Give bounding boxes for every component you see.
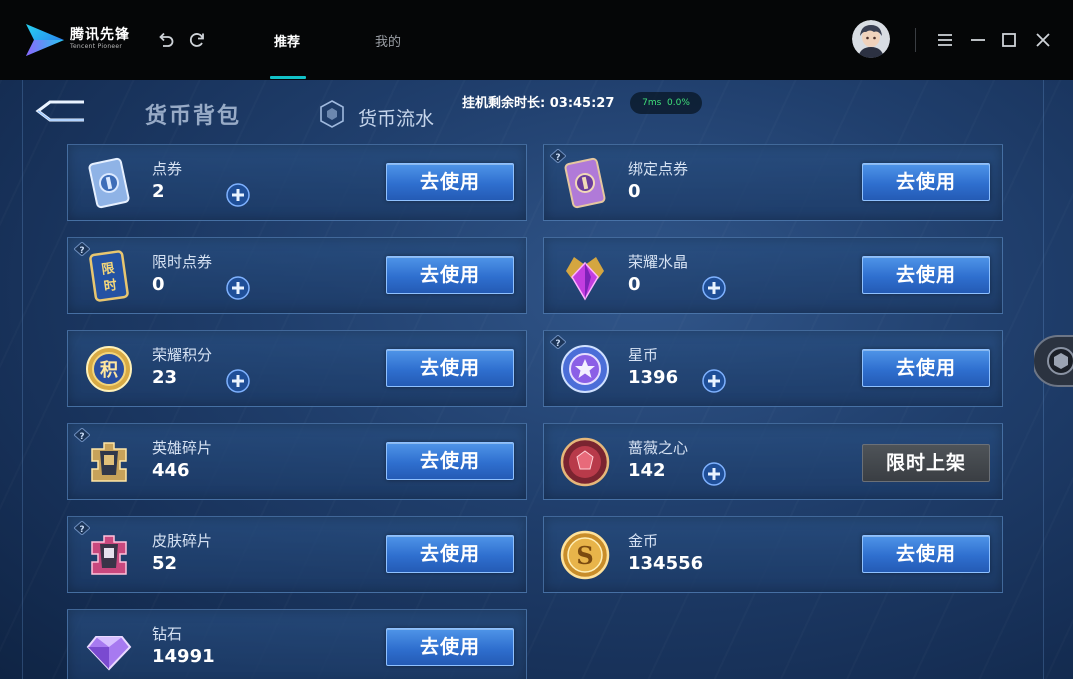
currency-card-voucher: 点券 2 去使用 — [67, 144, 527, 221]
limited-sale-badge: 限时上架 — [862, 444, 990, 482]
currency-amount: 14991 — [152, 646, 215, 667]
page-title: 货币背包 — [145, 104, 242, 129]
use-button[interactable]: 去使用 — [386, 535, 514, 573]
voucher-icon — [88, 157, 130, 209]
currency-amount: 23 — [152, 367, 178, 388]
currency-name: 钻石 — [152, 625, 183, 643]
add-currency-button[interactable] — [701, 368, 727, 394]
logo-text: 腾讯先锋 Tencent Pioneer — [70, 28, 130, 50]
currency-card-star-coin: ? 星币 1396 去使用 — [543, 330, 1003, 407]
close-icon[interactable] — [1033, 30, 1053, 50]
side-panel-handle[interactable] — [1034, 334, 1073, 388]
menu-icon[interactable] — [935, 30, 955, 50]
svg-text:时: 时 — [103, 277, 118, 295]
currency-name: 绑定点券 — [628, 160, 689, 178]
titlebar-divider — [915, 28, 916, 52]
add-currency-button[interactable] — [701, 461, 727, 487]
currency-name: 限时点券 — [152, 253, 213, 271]
currency-card-rose-heart: 蔷薇之心 142 限时上架 — [543, 423, 1003, 500]
active-tab-indicator — [270, 76, 306, 79]
glory-crystal-icon — [566, 257, 604, 301]
currency-name: 蔷薇之心 — [628, 439, 689, 457]
use-button[interactable]: 去使用 — [386, 163, 514, 201]
diamond-icon — [86, 636, 132, 671]
use-button[interactable]: 去使用 — [386, 442, 514, 480]
currency-amount: 2 — [152, 181, 165, 202]
hero-shard-icon — [91, 442, 127, 482]
avatar[interactable] — [852, 20, 890, 58]
use-button[interactable]: 去使用 — [862, 163, 990, 201]
star-coin-icon — [561, 345, 609, 393]
network-status: 7ms 0.0% — [630, 92, 702, 114]
use-button[interactable]: 去使用 — [862, 349, 990, 387]
currency-name: 点券 — [152, 160, 183, 178]
tab-recommend[interactable]: 推荐 — [274, 31, 300, 50]
use-button[interactable]: 去使用 — [862, 256, 990, 294]
currency-amount: 446 — [152, 460, 190, 481]
currency-card-glory-crystal: 荣耀水晶 0 去使用 — [543, 237, 1003, 314]
currency-amount: 142 — [628, 460, 666, 481]
use-button[interactable]: 去使用 — [386, 628, 514, 666]
currency-name: 皮肤碎片 — [152, 532, 213, 550]
add-currency-button[interactable] — [225, 368, 251, 394]
add-currency-button[interactable] — [225, 275, 251, 301]
minimize-icon[interactable] — [968, 30, 988, 50]
currency-amount: 52 — [152, 553, 178, 574]
title-bar: 腾讯先锋 Tencent Pioneer 推荐 我的 — [0, 0, 1073, 80]
packet-loss-value: 0.0% — [667, 98, 690, 108]
gold-coin-icon: S — [560, 530, 610, 580]
svg-text:积: 积 — [100, 360, 118, 381]
limited-voucher-icon: 限时 — [89, 250, 129, 302]
undo-icon[interactable] — [156, 30, 176, 50]
back-button[interactable] — [32, 96, 88, 126]
logo-text-cn: 腾讯先锋 — [70, 27, 130, 43]
currency-flow-icon — [320, 100, 344, 128]
rose-heart-icon — [560, 437, 610, 487]
currency-name: 荣耀水晶 — [628, 253, 689, 271]
currency-card-glory-points: 积 荣耀积分 23 去使用 — [67, 330, 527, 407]
currency-name: 星币 — [628, 346, 659, 364]
idle-timer: 挂机剩余时长: 03:45:27 — [462, 96, 615, 111]
use-button[interactable]: 去使用 — [386, 349, 514, 387]
currency-flow-button[interactable]: 货币流水 — [358, 104, 434, 131]
ping-value: 7ms — [642, 98, 662, 108]
maximize-icon[interactable] — [999, 30, 1019, 50]
currency-card-gold-coin: S 金币 134556 去使用 — [543, 516, 1003, 593]
use-button[interactable]: 去使用 — [386, 256, 514, 294]
glory-points-icon: 积 — [86, 346, 132, 392]
skin-shard-icon — [91, 535, 127, 575]
currency-amount: 1396 — [628, 367, 679, 388]
currency-card-bound-voucher: ? 绑定点券 0 去使用 — [543, 144, 1003, 221]
currency-card-skin-shard: ? 皮肤碎片 52 去使用 — [67, 516, 527, 593]
tencent-pioneer-logo — [26, 24, 64, 56]
currency-amount: 0 — [628, 274, 641, 295]
svg-text:S: S — [576, 541, 593, 570]
currency-amount: 134556 — [628, 553, 704, 574]
currency-name: 荣耀积分 — [152, 346, 213, 364]
currency-card-hero-shard: ? 英雄碎片 446 去使用 — [67, 423, 527, 500]
tab-mine[interactable]: 我的 — [375, 31, 401, 50]
bound-voucher-icon — [564, 157, 606, 209]
add-currency-button[interactable] — [701, 275, 727, 301]
currency-name: 金币 — [628, 532, 659, 550]
currency-card-diamond: 钻石 14991 去使用 — [67, 609, 527, 679]
currency-card-limited-voucher: ? 限时限时点券 0 去使用 — [67, 237, 527, 314]
currency-amount: 0 — [152, 274, 165, 295]
currency-amount: 0 — [628, 181, 641, 202]
refresh-icon[interactable] — [187, 30, 207, 50]
game-view: 货币背包 货币流水 挂机剩余时长: 03:45:27 7ms 0.0% 点券 2 去… — [0, 80, 1073, 679]
logo-text-en: Tencent Pioneer — [70, 43, 123, 50]
add-currency-button[interactable] — [225, 182, 251, 208]
currency-name: 英雄碎片 — [152, 439, 213, 457]
use-button[interactable]: 去使用 — [862, 535, 990, 573]
